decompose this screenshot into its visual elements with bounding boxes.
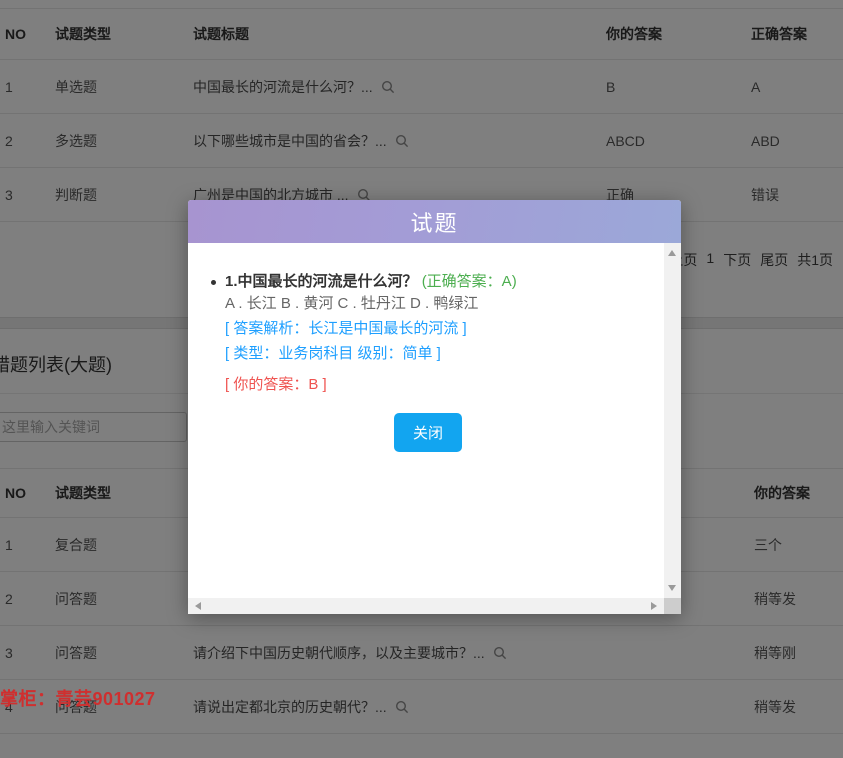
question-stem-line: 1.中国最长的河流是什么河？ (正确答案：A) <box>225 271 664 293</box>
question-stem: 1.中国最长的河流是什么河？ <box>225 273 418 290</box>
your-answer-line: [ 你的答案：B ] <box>225 374 664 396</box>
scroll-down-arrow-icon[interactable] <box>668 585 676 591</box>
dialog-title: 试题 <box>188 200 681 243</box>
question-detail-dialog: 试题 1.中国最长的河流是什么河？ (正确答案：A) A . 长江 B . 黄河… <box>188 200 681 614</box>
shop-watermark: 掌柜：青芸901027 <box>0 685 156 711</box>
question-meta: [ 类型：业务岗科目 级别：简单 ] <box>225 343 664 365</box>
close-button[interactable]: 关闭 <box>394 413 462 452</box>
scroll-up-arrow-icon[interactable] <box>668 250 676 256</box>
correct-answer-label: (正确答案：A) <box>422 273 517 290</box>
scroll-left-arrow-icon[interactable] <box>195 602 201 610</box>
question-options: A . 长江 B . 黄河 C . 牡丹江 D . 鸭绿江 <box>225 293 664 315</box>
answer-analysis: [ 答案解析：长江是中国最长的河流 ] <box>225 318 664 340</box>
wrong-question-page: NO 试题类型 试题标题 你的答案 正确答案 1 单选题 中国最长的河流是什么河… <box>0 0 843 758</box>
scroll-right-arrow-icon[interactable] <box>651 602 657 610</box>
scrollbar-corner <box>664 598 681 614</box>
horizontal-scrollbar[interactable] <box>188 598 664 614</box>
vertical-scrollbar[interactable] <box>664 243 681 598</box>
